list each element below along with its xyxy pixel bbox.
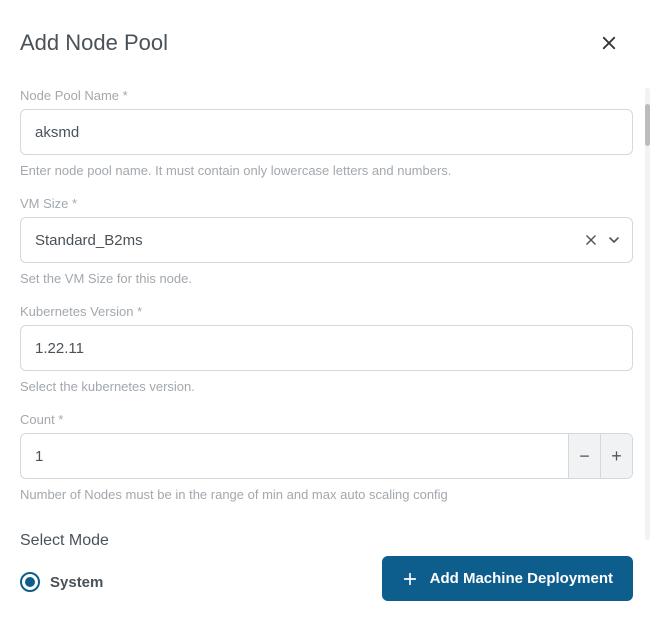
vm-size-label: VM Size *	[20, 196, 633, 211]
count-input[interactable]	[21, 434, 568, 478]
node-pool-name-helper: Enter node pool name. It must contain on…	[20, 163, 633, 178]
radio-selected-icon	[25, 577, 35, 587]
count-increment-button[interactable]: +	[600, 434, 632, 478]
select-mode-title: Select Mode	[20, 532, 633, 550]
kubernetes-version-helper: Select the kubernetes version.	[20, 379, 633, 394]
page-title: Add Node Pool	[20, 30, 168, 56]
add-machine-deployment-label: Add Machine Deployment	[430, 570, 613, 587]
chevron-down-icon[interactable]	[606, 232, 622, 248]
scrollbar-track	[645, 88, 650, 540]
count-decrement-button[interactable]: −	[568, 434, 600, 478]
system-radio-label: System	[50, 574, 103, 591]
vm-size-select[interactable]: Standard_B2ms	[20, 217, 633, 263]
add-machine-deployment-button[interactable]: Add Machine Deployment	[382, 556, 633, 601]
kubernetes-version-label: Kubernetes Version *	[20, 304, 633, 319]
count-helper: Number of Nodes must be in the range of …	[20, 487, 633, 502]
system-radio[interactable]	[20, 572, 40, 592]
scrollbar-thumb[interactable]	[645, 104, 650, 146]
node-pool-name-label: Node Pool Name *	[20, 88, 633, 103]
plus-icon	[402, 571, 418, 587]
vm-size-value: Standard_B2ms	[21, 220, 584, 261]
node-pool-name-input[interactable]	[21, 112, 632, 153]
vm-size-helper: Set the VM Size for this node.	[20, 271, 633, 286]
kubernetes-version-input[interactable]	[21, 328, 632, 369]
clear-icon[interactable]	[584, 233, 598, 247]
count-label: Count *	[20, 412, 633, 427]
close-icon[interactable]	[600, 34, 633, 52]
